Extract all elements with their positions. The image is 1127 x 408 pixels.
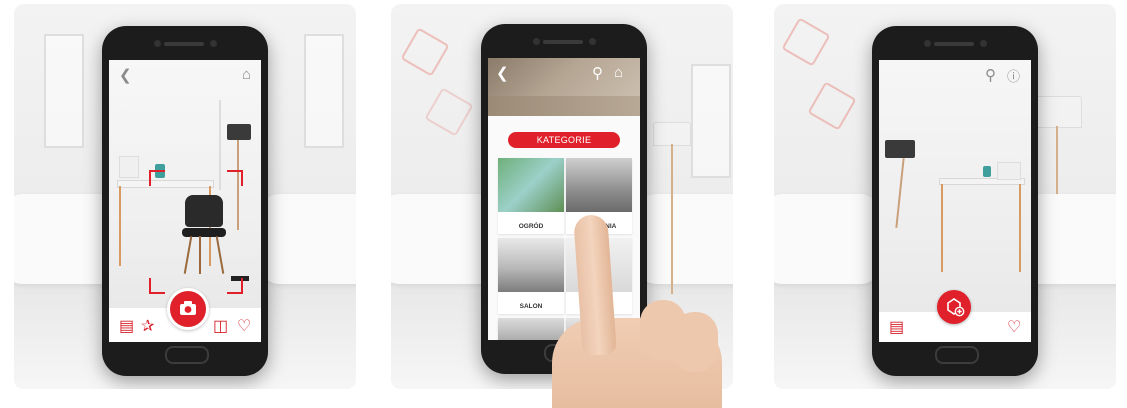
category-tile-5[interactable]	[498, 318, 564, 340]
search-icon[interactable]: ⚲	[985, 66, 996, 84]
background-window	[304, 34, 344, 148]
screenshot-panel-add-object: ⚲ ⓘ ▤ ♡	[774, 4, 1116, 389]
category-image	[498, 158, 564, 212]
gallery-icon[interactable]: ▤	[119, 316, 134, 336]
add-object-icon	[947, 298, 965, 317]
phone-mockup: ❮ ⌂ ▤ ✰ ◫ ♡	[102, 26, 268, 376]
category-tile-salon[interactable]: SALON	[498, 238, 564, 314]
categories-header: KATEGORIE	[508, 132, 620, 148]
camera-button[interactable]	[167, 288, 209, 330]
info-icon[interactable]: ⓘ	[1007, 66, 1020, 85]
category-label: SALON	[519, 303, 543, 310]
category-tile-ogrod[interactable]: OGRÓD	[498, 158, 564, 234]
phone-speaker	[543, 40, 583, 44]
share-icon[interactable]: ✰	[141, 316, 154, 336]
phone-home-button	[165, 346, 209, 364]
background-lamp	[1036, 96, 1082, 128]
decorative-hexagon	[807, 81, 857, 131]
ar-chair	[185, 195, 223, 227]
camera-icon	[180, 301, 196, 315]
background-lamp-pole	[671, 144, 673, 294]
background-sofa	[774, 194, 879, 284]
decorative-hexagon	[400, 27, 450, 77]
basket-icon[interactable]: ◫	[213, 316, 228, 336]
category-label: OGRÓD	[518, 223, 544, 230]
chevron-left-icon[interactable]: ❮	[496, 64, 509, 82]
background-window	[691, 64, 731, 178]
category-image	[566, 158, 632, 212]
decorative-hexagon	[781, 17, 831, 67]
phone-sensor	[210, 40, 217, 47]
phone-camera	[154, 40, 161, 47]
background-lamp	[653, 122, 691, 146]
gallery-icon[interactable]: ▤	[889, 317, 904, 337]
app-screen-add-object: ⚲ ⓘ ▤ ♡	[879, 60, 1031, 342]
screenshot-panel-camera: ❮ ⌂ ▤ ✰ ◫ ♡	[14, 4, 356, 389]
phone-speaker	[934, 42, 974, 46]
app-screen-camera: ❮ ⌂ ▤ ✰ ◫ ♡	[109, 60, 261, 342]
home-icon[interactable]: ⌂	[242, 66, 251, 83]
app-screen-categories: ❮ ⚲ ⌂ KATEGORIE OGRÓD SYPIALNIA SALON	[488, 58, 640, 340]
home-icon[interactable]: ⌂	[614, 64, 623, 81]
heart-icon[interactable]: ♡	[237, 316, 251, 336]
frame-corner	[149, 278, 165, 294]
search-icon[interactable]: ⚲	[592, 64, 603, 82]
phone-camera	[924, 40, 931, 47]
phone-home-button	[935, 346, 979, 364]
background-sofa	[261, 194, 356, 284]
phone-sensor	[589, 38, 596, 45]
chevron-left-icon[interactable]: ❮	[119, 66, 132, 84]
phone-sensor	[980, 40, 987, 47]
decorative-hexagon	[424, 87, 474, 137]
hand-knuckle	[672, 312, 718, 372]
phone-camera	[533, 38, 540, 45]
phone-mockup: ⚲ ⓘ ▤ ♡	[872, 26, 1038, 376]
frame-corner	[149, 170, 165, 186]
frame-corner	[227, 278, 243, 294]
background-sofa	[638, 194, 733, 284]
background-window	[44, 34, 84, 148]
frame-corner	[227, 170, 243, 186]
category-image	[498, 238, 564, 292]
add-object-button[interactable]	[937, 290, 971, 324]
heart-icon[interactable]: ♡	[1007, 317, 1021, 337]
phone-speaker	[164, 42, 204, 46]
